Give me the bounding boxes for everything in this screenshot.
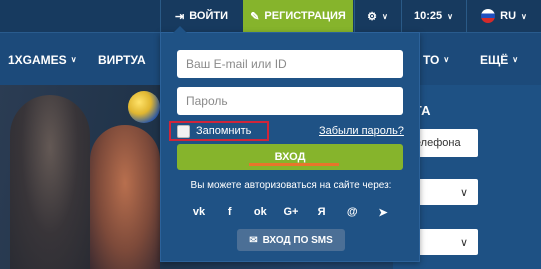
mail-ru-icon[interactable]: @	[344, 206, 360, 218]
password-placeholder: Пароль	[186, 94, 228, 108]
remember-label: Запомнить	[196, 125, 252, 137]
chevron-down-icon: ∨	[382, 11, 388, 21]
odnoklassniki-icon[interactable]: ok	[252, 206, 268, 218]
athlete-image	[90, 125, 160, 269]
russia-flag-icon	[481, 9, 496, 23]
social-login-icons: vk f ok G+ Я @ ➤	[191, 203, 391, 221]
nav-item-label: ЕЩЁ	[480, 52, 509, 67]
remember-checkbox[interactable]	[177, 124, 190, 138]
nav-item-1xgames[interactable]: 1XGAMES ∨	[8, 33, 77, 86]
chevron-down-icon: ∨	[447, 11, 453, 21]
email-field[interactable]: Ваш E-mail или ID	[177, 50, 403, 78]
gear-icon: ⚙	[367, 10, 377, 23]
register-label: РЕГИСТРАЦИЯ	[264, 10, 346, 22]
nav-item-virtual[interactable]: ВИРТУА	[98, 33, 146, 86]
social-login-caption: Вы можете авторизоваться на сайте через:	[190, 180, 392, 191]
chevron-down-icon: ∨	[459, 186, 468, 199]
dropdown-caret	[173, 26, 187, 33]
settings-button[interactable]: ⚙ ∨	[354, 0, 400, 32]
nav-item-label: 1XGAMES	[8, 52, 67, 67]
language-selector[interactable]: RU ∨	[466, 0, 541, 32]
chevron-down-icon: ∨	[521, 11, 527, 21]
chevron-down-icon: ∨	[443, 55, 450, 64]
nav-item-partial[interactable]: ТО ∨	[423, 33, 449, 86]
nav-item-label: ВИРТУА	[98, 52, 146, 67]
chevron-down-icon: ∨	[70, 55, 77, 64]
button-highlight-bar	[249, 163, 339, 166]
login-submit-label: ВХОД	[274, 151, 306, 163]
athlete-image	[10, 95, 90, 269]
register-button[interactable]: ✎ РЕГИСТРАЦИЯ	[243, 0, 353, 32]
time-label: 10:25	[414, 10, 443, 22]
sms-login-label: ВХОД ПО SMS	[262, 234, 333, 246]
login-dropdown: Ваш E-mail или ID Пароль Запомнить Забыл…	[160, 26, 420, 262]
sms-login-button[interactable]: ✉ ВХОД ПО SMS	[237, 229, 345, 251]
yandex-icon[interactable]: Я	[314, 206, 330, 218]
nav-item-more[interactable]: ЕЩЁ ∨	[480, 33, 518, 86]
remember-me-toggle[interactable]: Запомнить	[169, 121, 269, 141]
facebook-icon[interactable]: f	[222, 206, 238, 218]
volleyball-image	[128, 91, 160, 123]
forgot-password-link[interactable]: Забыли пароль?	[319, 125, 404, 137]
time-selector[interactable]: 10:25 ∨	[401, 0, 465, 32]
chevron-down-icon: ∨	[512, 55, 519, 64]
chevron-down-icon: ∨	[459, 236, 468, 249]
envelope-icon: ✉	[249, 234, 258, 246]
login-label: ВОЙТИ	[189, 10, 228, 22]
login-submit-button[interactable]: ВХОД	[177, 144, 403, 170]
nav-item-label: ТО	[423, 52, 440, 67]
vk-icon[interactable]: vk	[191, 206, 207, 218]
edit-icon: ✎	[250, 10, 260, 23]
login-icon: ⇥	[175, 10, 185, 23]
email-placeholder: Ваш E-mail или ID	[186, 57, 287, 71]
top-bar: ⇥ ВОЙТИ ✎ РЕГИСТРАЦИЯ ⚙ ∨ 10:25 ∨ RU ∨	[0, 0, 541, 32]
telegram-icon[interactable]: ➤	[375, 206, 391, 219]
language-label: RU	[500, 10, 517, 22]
password-field[interactable]: Пароль	[177, 87, 403, 115]
google-plus-icon[interactable]: G+	[283, 206, 299, 218]
